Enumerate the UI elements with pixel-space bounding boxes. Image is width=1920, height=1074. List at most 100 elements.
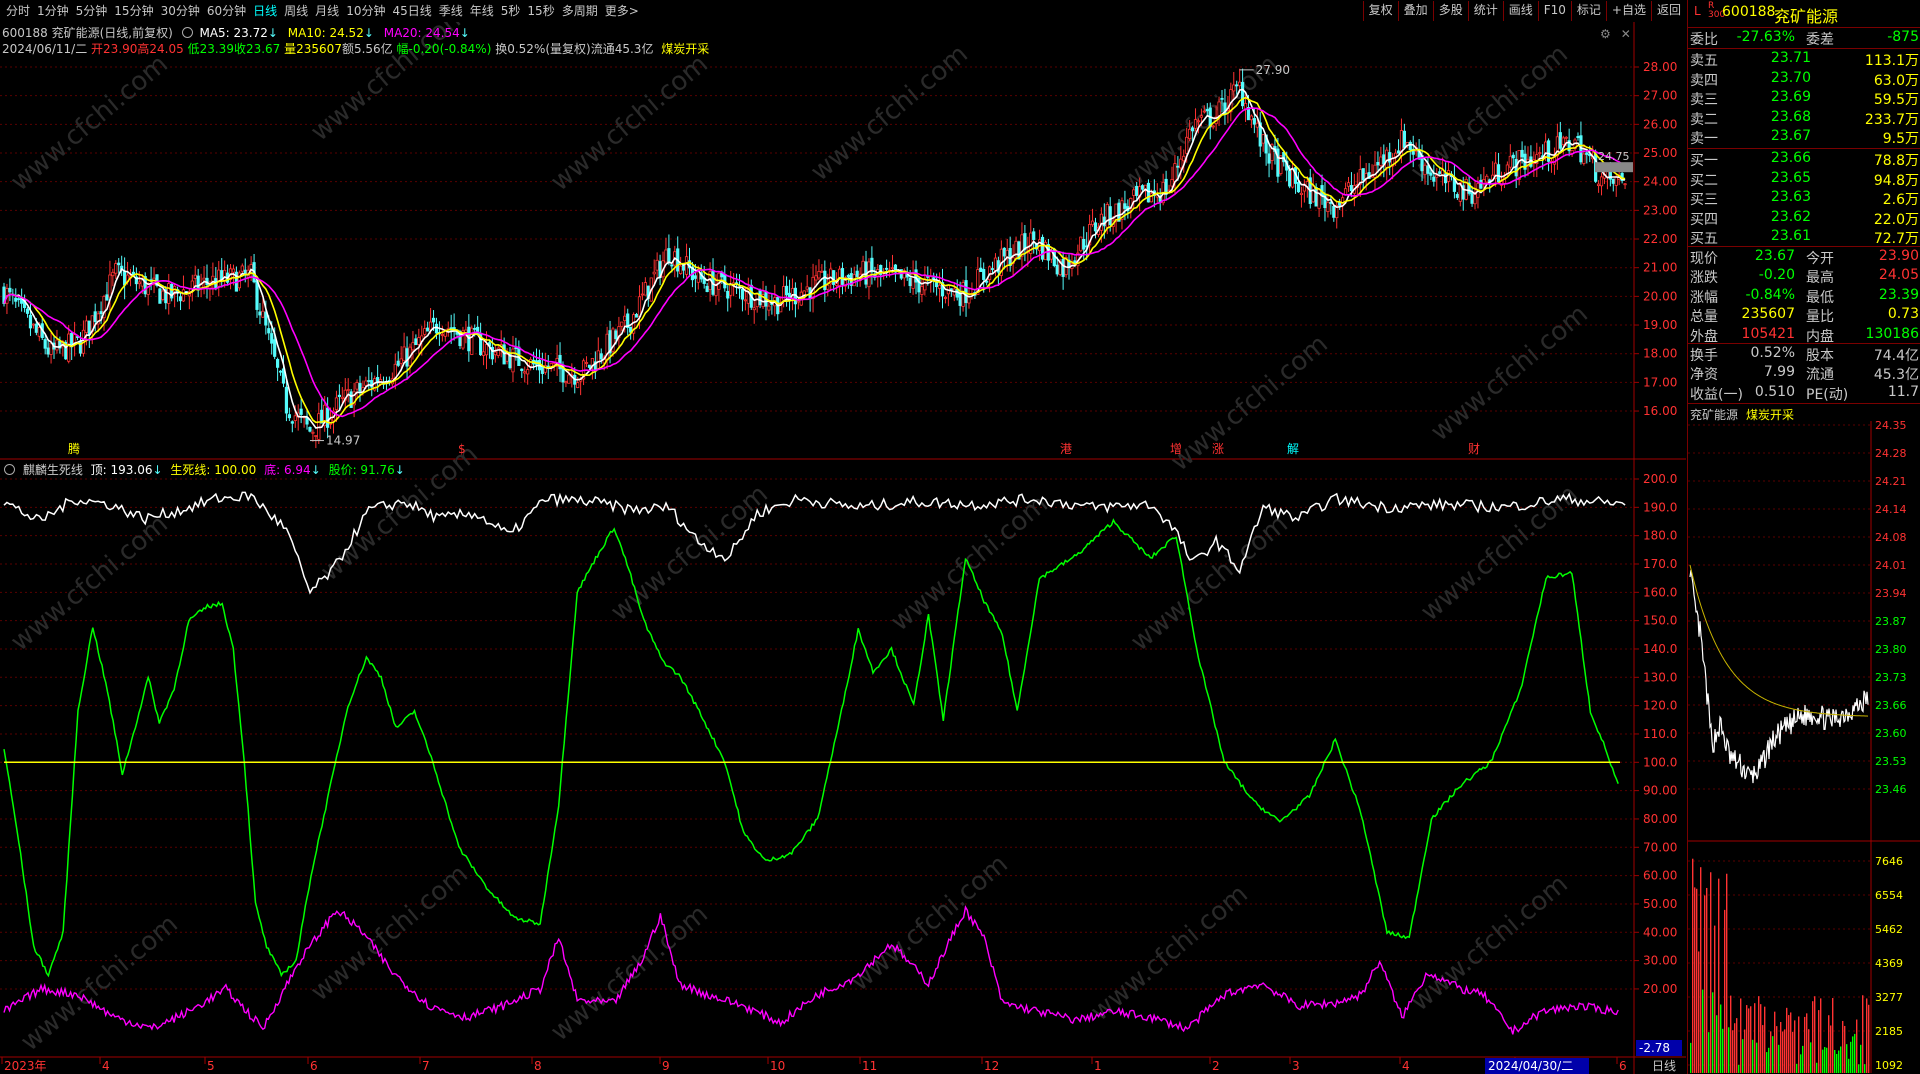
book-price[interactable]: 23.61 bbox=[1771, 228, 1811, 244]
tool-button[interactable]: +自选 bbox=[1605, 1, 1651, 21]
candle-body bbox=[255, 280, 259, 310]
candle-body bbox=[726, 290, 730, 299]
tool-button[interactable]: 多股 bbox=[1432, 1, 1468, 21]
candle-body bbox=[1341, 197, 1345, 206]
kline-chart[interactable]: www.cfchi.com www.cfchi.com www.cfchi.com w… bbox=[0, 22, 1686, 1074]
candle-body bbox=[867, 261, 871, 288]
candle-body bbox=[855, 270, 859, 277]
mini-volume-bar bbox=[1856, 1019, 1858, 1073]
price-tick-label: 25.00 bbox=[1643, 146, 1677, 160]
period-tab[interactable]: 日线 bbox=[251, 2, 279, 20]
book-price[interactable]: 23.63 bbox=[1771, 189, 1811, 205]
candle-body bbox=[805, 286, 809, 290]
mini-vol-tick: 1092 bbox=[1875, 1059, 1903, 1072]
period-tab[interactable]: 年线 bbox=[468, 2, 496, 20]
intraday-mini-chart[interactable]: 24.35 24.28 24.21 24.14 24.08 24.01 23.94 23.87… bbox=[1688, 421, 1920, 1073]
mini-volume-bar bbox=[1846, 1044, 1848, 1073]
stock-title: 600188 兖矿能源(日线,前复权) bbox=[2, 26, 173, 40]
ask-book: 卖五 23.71 113.1万 卖四 23.70 63.0万 卖三 23.69 59.5万 卖二 2… bbox=[1688, 49, 1920, 147]
mini-volume-bar bbox=[1790, 1012, 1792, 1073]
tool-button[interactable]: 统计 bbox=[1467, 1, 1503, 21]
book-price[interactable]: 23.67 bbox=[1771, 128, 1811, 144]
event-marker[interactable]: 腾 bbox=[68, 441, 80, 456]
period-tab[interactable]: 10分钟 bbox=[344, 2, 387, 20]
info-sector[interactable]: 煤炭开采 bbox=[661, 42, 709, 56]
stat-label: 量比 bbox=[1806, 309, 1834, 326]
mini-price-tick: 24.28 bbox=[1875, 447, 1907, 460]
period-tab[interactable]: 多周期 bbox=[560, 2, 600, 20]
candle-body bbox=[326, 407, 330, 428]
quote-name[interactable]: 兖矿能源 bbox=[1774, 3, 1838, 27]
period-tab[interactable]: 更多> bbox=[603, 2, 641, 20]
period-tab[interactable]: 60分钟 bbox=[205, 2, 248, 20]
period-tab[interactable]: 5秒 bbox=[499, 2, 523, 20]
indicator-tick-label: 40.00 bbox=[1643, 925, 1677, 939]
candle-body bbox=[240, 265, 244, 272]
period-tab[interactable]: 月线 bbox=[313, 2, 341, 20]
book-price[interactable]: 23.66 bbox=[1771, 150, 1811, 166]
candle-body bbox=[1599, 176, 1604, 187]
candle-body bbox=[1455, 194, 1459, 198]
event-marker[interactable]: 增 bbox=[1170, 442, 1182, 456]
gear-icon[interactable]: ⚙ bbox=[1600, 27, 1611, 41]
book-price[interactable]: 23.65 bbox=[1771, 170, 1811, 186]
close-icon[interactable]: ✕ bbox=[1621, 27, 1631, 41]
mini-volume-bar bbox=[1774, 1011, 1776, 1073]
event-marker[interactable]: 解 bbox=[1287, 442, 1299, 456]
tool-button[interactable]: 返回 bbox=[1650, 1, 1686, 21]
mini-volume-bar bbox=[1710, 872, 1712, 1073]
mini-volume-bar bbox=[1764, 1006, 1766, 1073]
candle-body bbox=[1190, 127, 1195, 132]
book-price[interactable]: 23.70 bbox=[1771, 70, 1811, 86]
period-tab[interactable]: 45日线 bbox=[390, 2, 433, 20]
indicator-settings-icon[interactable] bbox=[4, 464, 15, 475]
event-marker[interactable]: 港 bbox=[1060, 442, 1072, 456]
candle-body bbox=[190, 280, 194, 290]
candle-body bbox=[308, 426, 312, 432]
event-marker[interactable]: 财 bbox=[1468, 442, 1480, 456]
period-tab[interactable]: 15秒 bbox=[525, 2, 556, 20]
event-marker[interactable]: 涨 bbox=[1212, 441, 1224, 456]
candle-body bbox=[935, 282, 939, 288]
book-price[interactable]: 23.68 bbox=[1771, 109, 1811, 125]
candle-body bbox=[314, 435, 318, 437]
period-tab[interactable]: 5分钟 bbox=[74, 2, 110, 20]
candle-body bbox=[270, 333, 274, 344]
candle-body bbox=[729, 283, 733, 296]
quote-header: L R 300 600188 兖矿能源 bbox=[1688, 2, 1920, 27]
event-marker[interactable]: $ bbox=[458, 442, 466, 456]
book-price[interactable]: 23.71 bbox=[1771, 50, 1811, 66]
candle-body bbox=[137, 281, 141, 285]
settings-icon[interactable] bbox=[181, 27, 193, 38]
tool-button[interactable]: 画线 bbox=[1502, 1, 1538, 21]
candle-body bbox=[1093, 222, 1098, 232]
candle-body bbox=[334, 397, 339, 411]
mini-volume-bar bbox=[1802, 1045, 1804, 1073]
candle-body bbox=[1346, 182, 1351, 187]
tool-button[interactable]: 标记 bbox=[1570, 1, 1606, 21]
tool-button[interactable]: 叠加 bbox=[1397, 1, 1433, 21]
tool-button[interactable]: F10 bbox=[1537, 1, 1571, 21]
book-price[interactable]: 23.69 bbox=[1771, 89, 1811, 105]
tool-button[interactable]: 复权 bbox=[1362, 1, 1398, 21]
mini-volume-bar bbox=[1852, 1036, 1854, 1073]
period-tab[interactable]: 15分钟 bbox=[112, 2, 155, 20]
stat-value: 235607 bbox=[1741, 306, 1795, 323]
mini-vol-tick: 2185 bbox=[1875, 1025, 1903, 1038]
period-tab[interactable]: 季线 bbox=[437, 2, 465, 20]
mini-volume-bar bbox=[1750, 1006, 1752, 1073]
mini-volume-bar bbox=[1828, 1015, 1830, 1073]
period-tab[interactable]: 分时 bbox=[4, 2, 32, 20]
stat-row: 收益(一) 0.510 PE(动) 11.7 bbox=[1688, 383, 1920, 403]
mini-volume-bar bbox=[1854, 1033, 1856, 1073]
candle-body bbox=[108, 274, 112, 298]
indicator-name[interactable]: 麒麟生死线 bbox=[23, 463, 83, 477]
period-tab[interactable]: 周线 bbox=[282, 2, 310, 20]
period-tab[interactable]: 30分钟 bbox=[159, 2, 202, 20]
period-tab[interactable]: 1分钟 bbox=[35, 2, 71, 20]
mini-volume-bar bbox=[1756, 1042, 1758, 1073]
stat-row: 净资 7.99 流通 45.3亿 bbox=[1688, 363, 1920, 383]
indicator-tick-label: 130.0 bbox=[1643, 670, 1677, 684]
book-price[interactable]: 23.62 bbox=[1771, 209, 1811, 225]
price-tick-label: 28.00 bbox=[1643, 60, 1677, 74]
